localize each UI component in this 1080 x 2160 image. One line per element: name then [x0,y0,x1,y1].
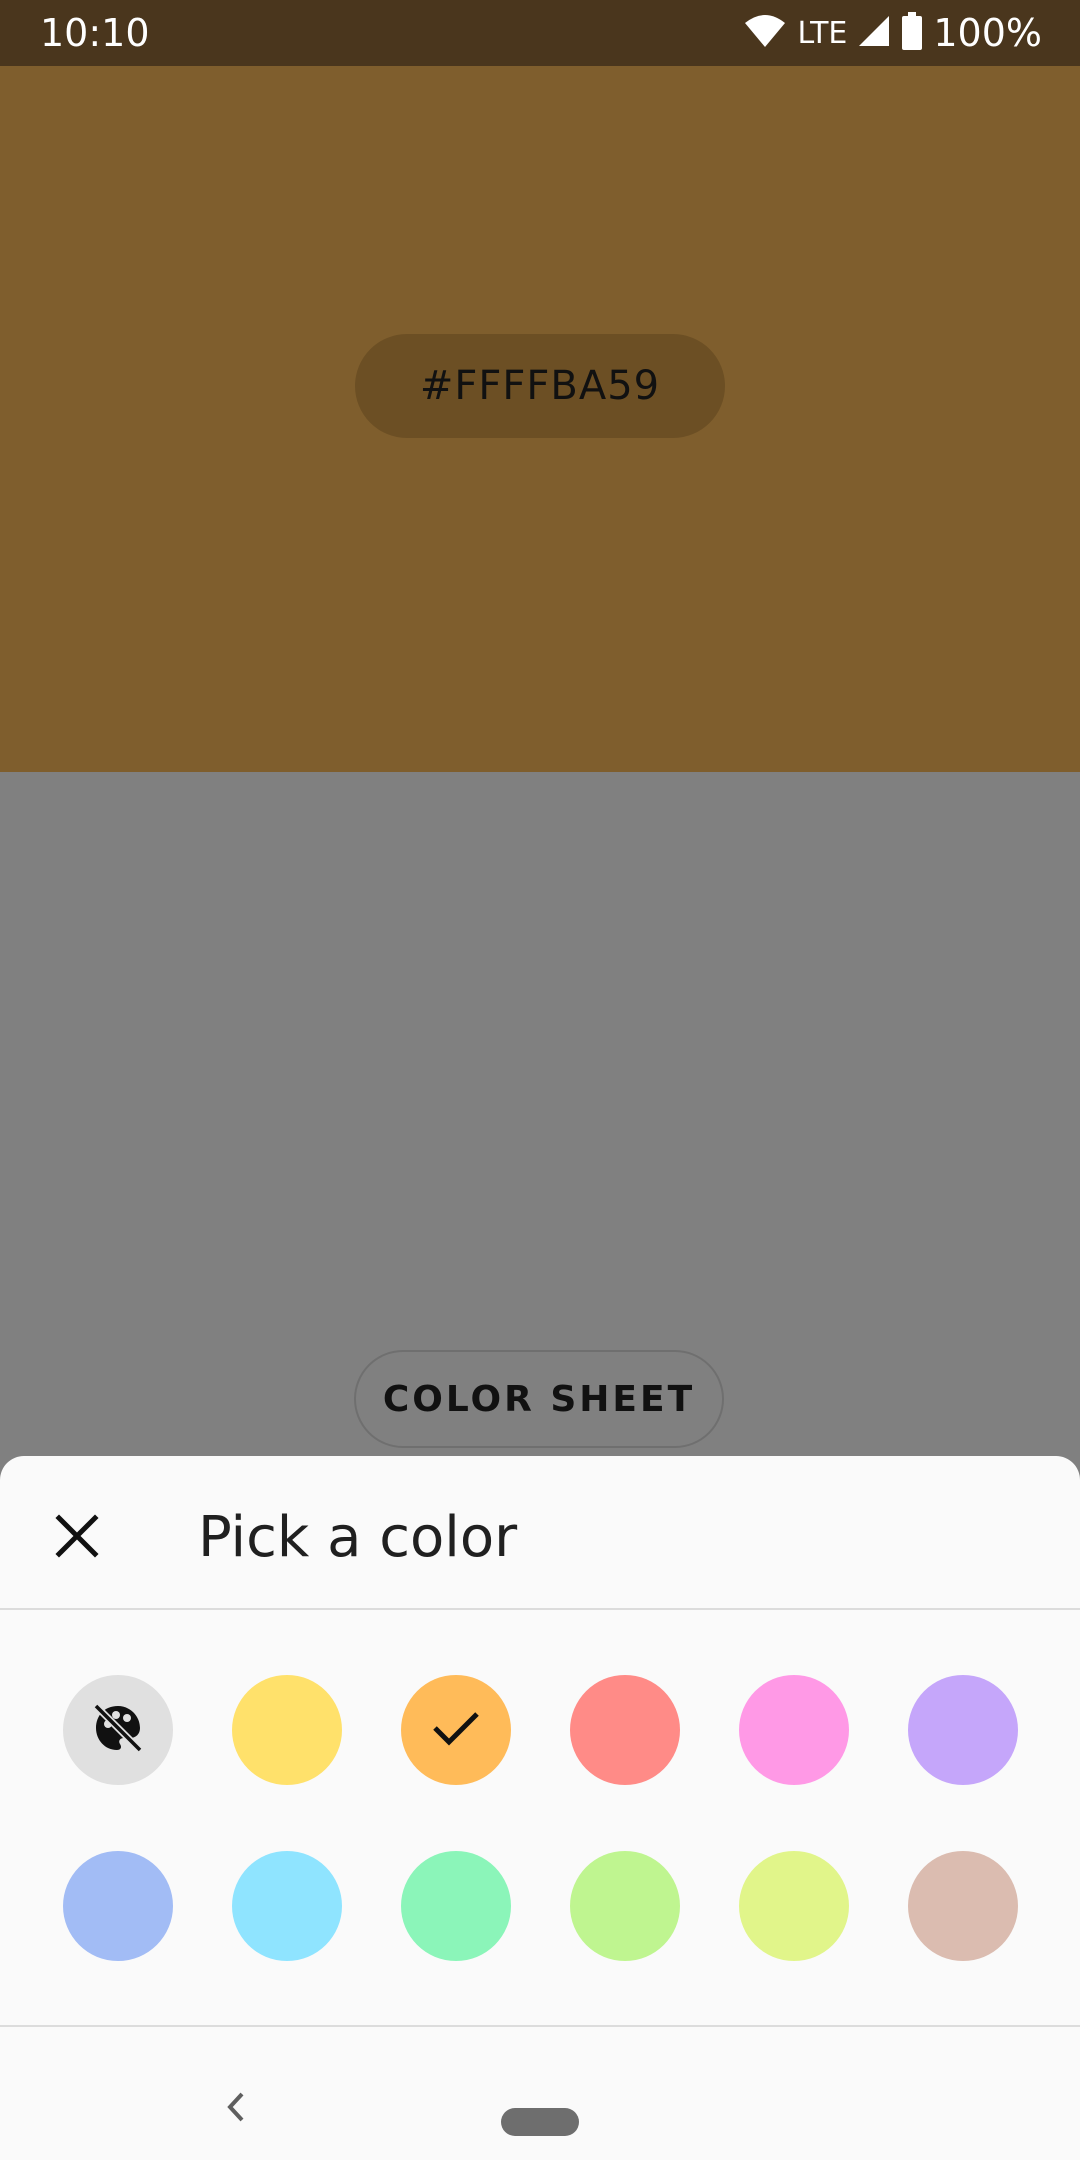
network-type: LTE [797,15,848,51]
swatch-beige[interactable] [908,1851,1018,1961]
swatch-light-blue[interactable] [232,1851,342,1961]
swatch-yellow[interactable] [232,1675,342,1785]
status-bar: 10:10 LTE 100% [0,0,1080,66]
swatch-green[interactable] [401,1851,511,1961]
color-preview: #FFFFBA59 [0,66,1080,772]
wifi-icon [743,13,787,54]
check-icon [431,1708,481,1753]
home-pill-icon[interactable] [501,2108,579,2136]
swatch-pink[interactable] [739,1675,849,1785]
swatch-orange[interactable] [401,1675,511,1785]
color-sheet-button[interactable]: COLOR SHEET [354,1350,724,1448]
swatch-no-color[interactable] [63,1675,173,1785]
palette-off-icon [90,1700,146,1761]
back-chevron-icon [224,2090,248,2129]
status-time: 10:10 [40,11,150,55]
cell-signal-icon [857,14,891,53]
hex-value-chip: #FFFFBA59 [355,334,725,438]
battery-percent: 100% [933,11,1042,55]
swatch-purple[interactable] [908,1675,1018,1785]
battery-icon [901,11,923,55]
swatch-lime[interactable] [739,1851,849,1961]
swatch-red[interactable] [570,1675,680,1785]
back-button[interactable] [214,2087,258,2131]
swatch-light-green[interactable] [570,1851,680,1961]
status-icons: LTE 100% [743,8,1042,58]
navigation-bar [0,2027,1080,2160]
swatch-grid [0,1456,1080,2025]
swatch-blue[interactable] [63,1851,173,1961]
color-picker-sheet: Pick a color [0,1456,1080,2025]
